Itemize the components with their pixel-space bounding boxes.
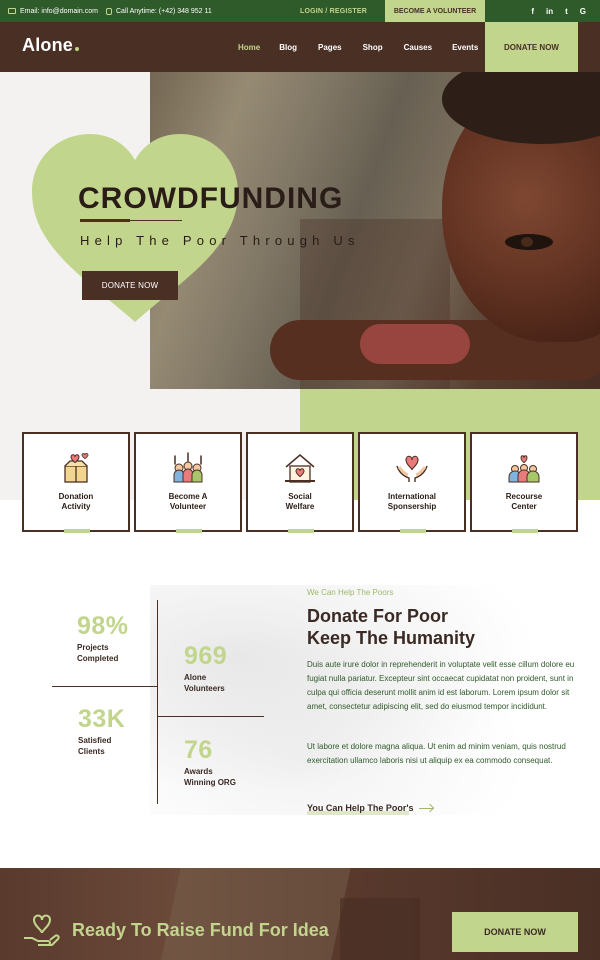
stat-number: 33K bbox=[78, 705, 126, 733]
hero-title-underline bbox=[80, 219, 130, 222]
about-title-line1: Donate For Poor bbox=[307, 606, 449, 626]
feature-cards: Donation Activity Become A Volunteer Soc… bbox=[22, 432, 578, 533]
main-header: Alone Home Blog Pages Shop Causes Events… bbox=[0, 22, 600, 72]
about-paragraph-2: Ut labore et dolore magna aliqua. Ut eni… bbox=[307, 742, 566, 765]
stat-label-line2: Clients bbox=[78, 747, 105, 756]
feature-card-label-line2: Sponsership bbox=[387, 502, 437, 511]
stat-label-line2: Volunteers bbox=[184, 684, 225, 693]
cta-donate-button[interactable]: DONATE NOW bbox=[452, 912, 578, 952]
about-eyebrow: We Can Help The Poors bbox=[307, 588, 394, 597]
hero-title-underline-thin bbox=[130, 220, 182, 221]
donation-box-icon bbox=[64, 453, 89, 483]
nav-home[interactable]: Home bbox=[238, 43, 260, 52]
nav-events[interactable]: Events bbox=[452, 43, 478, 52]
cta-title: Ready To Raise Fund For Idea bbox=[72, 920, 329, 940]
stat-label: Alone Volunteers bbox=[184, 672, 227, 694]
stat-number: 76 bbox=[184, 736, 213, 764]
stat-label-line1: Alone bbox=[184, 673, 207, 682]
topbar-phone-text: Call Anytime: (+42) 348 952 11 bbox=[116, 7, 212, 15]
feature-card-label-line2: Center bbox=[511, 502, 537, 511]
feature-card-label-line1: Become A bbox=[168, 492, 208, 501]
stat-number: 98% bbox=[77, 612, 129, 640]
feature-card-label-line2: Activity bbox=[61, 502, 91, 511]
feature-card-label-line2: Welfare bbox=[285, 502, 315, 511]
cta-bg-shape bbox=[340, 898, 420, 960]
arrow-right-icon bbox=[419, 807, 434, 809]
login-register-link[interactable]: LOGIN / REGISTER bbox=[300, 0, 367, 22]
stat-projects: 98% Projects Completed bbox=[77, 612, 129, 664]
twitter-icon[interactable]: t bbox=[565, 7, 568, 16]
people-group-icon bbox=[508, 455, 540, 483]
feature-card-label: Donation Activity bbox=[24, 492, 128, 512]
feature-card-label: Recourse Center bbox=[472, 492, 576, 512]
stat-label: Projects Completed bbox=[77, 642, 129, 664]
nav-shop[interactable]: Shop bbox=[363, 43, 383, 52]
feature-card-accent bbox=[400, 529, 426, 533]
phone-icon bbox=[106, 7, 112, 15]
stat-clients: 33K Satisfied Clients bbox=[78, 705, 125, 757]
feature-card-label-line1: International bbox=[387, 492, 436, 501]
about-title-line2: Keep The Humanity bbox=[307, 628, 476, 648]
logo-dot bbox=[75, 47, 80, 51]
become-volunteer-button[interactable]: BECOME A VOLUNTEER bbox=[385, 0, 485, 22]
email-icon bbox=[8, 8, 16, 14]
raised-hands-icon bbox=[173, 452, 203, 483]
feature-card-welfare[interactable]: Social Welfare bbox=[246, 432, 354, 533]
stat-label: Satisfied Clients bbox=[78, 735, 125, 757]
feature-card-accent bbox=[512, 529, 538, 533]
linkedin-icon[interactable]: in bbox=[546, 7, 553, 16]
hero-subtitle: Help The Poor Through Us bbox=[80, 233, 360, 248]
topbar-phone[interactable]: Call Anytime: (+42) 348 952 11 bbox=[106, 0, 212, 22]
stat-volunteers: 969 Alone Volunteers bbox=[184, 642, 227, 694]
stat-label-line1: Satisfied bbox=[78, 736, 112, 745]
stats-divider-horizontal bbox=[52, 686, 158, 687]
social-links: f in t G bbox=[531, 0, 586, 22]
top-bar: Email: info@domain.com Call Anytime: (+4… bbox=[0, 0, 600, 22]
feature-card-label: Become A Volunteer bbox=[136, 492, 240, 512]
hero-donate-button[interactable]: DONATE NOW bbox=[82, 271, 178, 300]
stat-label: Awards Winning ORG bbox=[184, 766, 236, 788]
feature-card-label: Social Welfare bbox=[248, 492, 352, 512]
feature-card-sponsorship[interactable]: International Sponsership bbox=[358, 432, 466, 533]
hands-heart-icon bbox=[396, 455, 428, 482]
feature-card-donation[interactable]: Donation Activity bbox=[22, 432, 130, 533]
feature-card-accent bbox=[288, 529, 314, 533]
nav-blog[interactable]: Blog bbox=[279, 43, 297, 52]
main-nav: Home Blog Pages Shop Causes Events bbox=[238, 22, 478, 72]
feature-card-accent bbox=[64, 529, 90, 533]
google-icon[interactable]: G bbox=[580, 7, 586, 16]
house-heart-icon bbox=[285, 454, 315, 483]
about-title: Donate For Poor Keep The Humanity bbox=[307, 605, 475, 649]
stat-label-line1: Projects bbox=[77, 643, 109, 652]
stat-label-line1: Awards bbox=[184, 767, 213, 776]
site-logo[interactable]: Alone bbox=[22, 35, 80, 56]
feature-card-volunteer[interactable]: Become A Volunteer bbox=[134, 432, 242, 533]
about-paragraph-1: Duis aute irure dolor in reprehenderit i… bbox=[307, 660, 575, 711]
topbar-email-text: Email: info@domain.com bbox=[20, 7, 98, 15]
facebook-icon[interactable]: f bbox=[531, 7, 534, 16]
feature-card-recourse[interactable]: Recourse Center bbox=[470, 432, 578, 533]
nav-causes[interactable]: Causes bbox=[404, 43, 432, 52]
cta-bg-shape bbox=[157, 868, 353, 960]
feature-card-accent bbox=[176, 529, 202, 533]
stat-label-line2: Winning ORG bbox=[184, 778, 236, 787]
stats-divider-vertical bbox=[157, 600, 158, 804]
feature-card-label-line2: Volunteer bbox=[169, 502, 207, 511]
stat-awards: 76 Awards Winning ORG bbox=[184, 736, 236, 788]
header-donate-button[interactable]: DONATE NOW bbox=[485, 22, 578, 72]
feature-card-label-line1: Social bbox=[288, 492, 312, 501]
hand-heart-icon bbox=[24, 914, 60, 946]
topbar-email[interactable]: Email: info@domain.com bbox=[8, 0, 98, 22]
logo-text: Alone bbox=[22, 35, 74, 55]
help-poor-link[interactable]: You Can Help The Poor's bbox=[307, 803, 434, 815]
nav-pages[interactable]: Pages bbox=[318, 43, 342, 52]
feature-card-label-line1: Recourse bbox=[505, 492, 543, 501]
hero-title: CROWDFUNDING bbox=[78, 182, 344, 215]
stat-label-line2: Completed bbox=[77, 654, 119, 663]
help-poor-link-text: You Can Help The Poor's bbox=[307, 803, 414, 813]
stat-number: 969 bbox=[184, 642, 228, 670]
feature-card-label: International Sponsership bbox=[360, 492, 464, 512]
stats-divider-horizontal bbox=[158, 716, 264, 717]
feature-card-label-line1: Donation bbox=[58, 492, 94, 501]
